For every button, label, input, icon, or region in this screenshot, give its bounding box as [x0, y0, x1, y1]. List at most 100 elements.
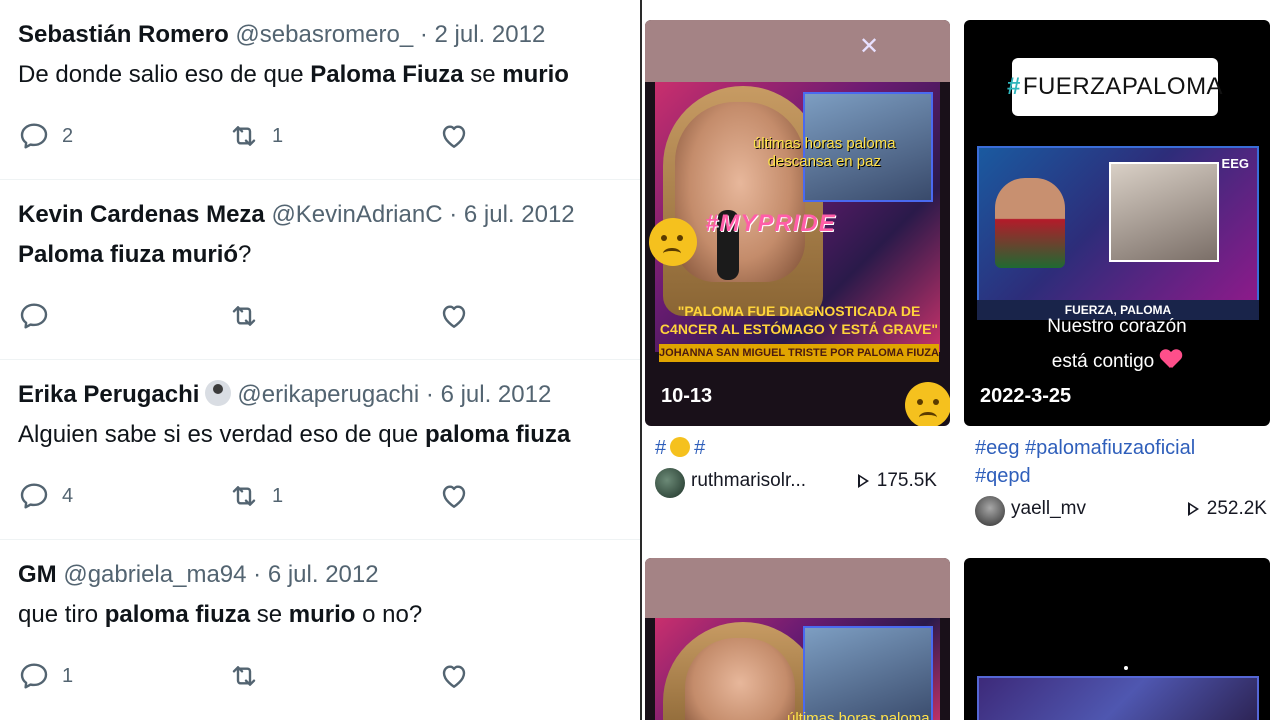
video-card[interactable] [964, 558, 1270, 720]
tweet-date[interactable]: 6 jul. 2012 [441, 381, 552, 408]
retweet-icon [232, 126, 256, 146]
tweet-actions [18, 296, 638, 336]
retweet-icon [232, 486, 256, 506]
tweet[interactable]: Sebastián Romero @sebasromero_ · 2 jul. … [0, 0, 640, 180]
inset-image [803, 626, 933, 720]
sparkle-icon: ✕ [859, 33, 880, 60]
view-count: 252.2K [1187, 498, 1267, 520]
overlay-caption: últimas horas paloma descansa en paz [753, 135, 896, 171]
reply-icon [20, 123, 48, 149]
heart-icon [442, 125, 466, 148]
video-card[interactable]: últimas horas paloma [645, 558, 950, 720]
author-row: yaell_mv 252.2K [975, 496, 1275, 530]
username[interactable]: yaell_mv [1011, 498, 1086, 520]
tweet-date[interactable]: 6 jul. 2012 [268, 561, 379, 588]
hash-symbol: # [1006, 73, 1021, 100]
reply-button[interactable] [18, 296, 62, 336]
author-name[interactable]: Sebastián Romero [18, 21, 229, 48]
separator-dot: · [449, 201, 458, 228]
tweet-text-bold: paloma fiuza [104, 601, 251, 628]
video-grid: ✕ últimas horas paloma descansa en paz #… [642, 0, 1280, 720]
author-handle[interactable]: @KevinAdrianC [271, 201, 442, 228]
tweet-text-segment: ? [238, 241, 252, 268]
reply-icon [20, 663, 48, 689]
tweet[interactable]: GM @gabriela_ma94 · 6 jul. 2012 que tiro… [0, 540, 640, 720]
tweet[interactable]: Kevin Cardenas Meza @KevinAdrianC · 6 ju… [0, 180, 640, 360]
retweet-button[interactable] [228, 656, 272, 696]
reply-count: 2 [62, 124, 74, 147]
tweet-text-bold: Paloma fiuza murió [18, 241, 239, 268]
person-figure [995, 178, 1065, 268]
pensive-emoji-icon [670, 437, 691, 457]
tweet-text-bold: paloma fiuza [424, 421, 571, 448]
author-name[interactable]: GM [18, 561, 57, 588]
video-meta: # # ruthmarisolr... 175.5K [655, 434, 945, 502]
tweet-date[interactable]: 6 jul. 2012 [464, 201, 575, 228]
video-hashtags: # # [655, 434, 945, 462]
tweet-text-bold: murio [288, 601, 356, 628]
tweet-actions: 1 [18, 656, 638, 696]
reply-count: 4 [62, 484, 74, 507]
author-name[interactable]: Erika Perugachi [18, 381, 199, 408]
like-button[interactable] [438, 116, 482, 156]
overlay-line: descansa en paz [767, 153, 881, 170]
author-name[interactable]: Kevin Cardenas Meza [18, 201, 265, 228]
heart-icon [442, 485, 466, 508]
play-icon [857, 474, 869, 488]
like-button[interactable] [438, 656, 482, 696]
video-card[interactable]: ✕ últimas horas paloma descansa en paz #… [645, 20, 950, 426]
tweet-text-segment: que tiro [18, 601, 105, 628]
avatar[interactable] [655, 468, 685, 498]
like-button[interactable] [438, 476, 482, 516]
caption-line-row: está contigo [964, 350, 1270, 373]
tweet-text-bold: Paloma Fiuza [310, 61, 464, 88]
author-handle[interactable]: @erikaperugachi [237, 381, 419, 408]
author-handle[interactable]: @sebasromero_ [235, 21, 413, 48]
retweet-icon [232, 306, 256, 326]
overlay-line: últimas horas paloma [753, 135, 896, 152]
tweet-text-bold: murio [502, 61, 569, 88]
headline-quote: "PALOMA FUE DIAGNOSTICADA DE C4NCER AL E… [659, 303, 939, 337]
retweet-count: 1 [272, 484, 284, 507]
hashtag-link[interactable]: # [694, 437, 705, 459]
retweet-button[interactable]: 1 [228, 476, 283, 516]
person-face [685, 638, 795, 720]
video-card[interactable]: # FUERZAPALOMA EEG FUERZA, PALOMA Nuestro… [964, 20, 1270, 426]
caption-line: Nuestro corazón [1047, 316, 1187, 337]
view-count: 175.5K [857, 470, 937, 492]
sad-face-icon [905, 382, 950, 426]
retweet-button[interactable] [228, 296, 272, 336]
video-thumbnail [977, 676, 1259, 720]
reply-button[interactable]: 1 [18, 656, 73, 696]
tweet-list: Sebastián Romero @sebasromero_ · 2 jul. … [0, 0, 640, 720]
video-date: 10-13 [661, 385, 713, 407]
heart-icon [442, 665, 466, 688]
tweet-text-segment: Alguien sabe si es verdad eso de que [18, 421, 425, 448]
reply-button[interactable]: 2 [18, 116, 73, 156]
video-meta: #eeg #palomafiuzaoficial #qepd yaell_mv … [975, 434, 1275, 530]
reply-icon [20, 303, 48, 329]
reply-button[interactable]: 4 [18, 476, 73, 516]
author-handle[interactable]: @gabriela_ma94 [63, 561, 246, 588]
view-count-value: 175.5K [876, 470, 937, 491]
retweet-button[interactable]: 1 [228, 116, 283, 156]
tweet-text: Alguien sabe si es verdad eso de que pal… [18, 418, 570, 452]
like-button[interactable] [438, 296, 482, 336]
username[interactable]: ruthmarisolr... [691, 470, 806, 492]
tweet[interactable]: Erika Perugachi @erikaperugachi · 6 jul. … [0, 360, 640, 540]
hashtag-link[interactable]: #qepd [975, 462, 1275, 490]
tweet-text-segment: se [463, 61, 503, 88]
tweet-date[interactable]: 2 jul. 2012 [435, 21, 546, 48]
play-icon [1187, 502, 1199, 516]
hashtag-link[interactable]: # [655, 437, 666, 459]
video-thumbnail: últimas horas paloma [655, 618, 940, 720]
reply-count: 1 [62, 664, 74, 687]
tweet-header: Sebastián Romero @sebasromero_ · 2 jul. … [18, 18, 545, 52]
avatar[interactable] [975, 496, 1005, 526]
tweet-text-segment: se [250, 601, 289, 628]
tweet-text: De donde salio eso de que Paloma Fiuza s… [18, 58, 569, 92]
tweet-header: Erika Perugachi @erikaperugachi · 6 jul. … [18, 378, 551, 412]
separator-dot: · [419, 21, 428, 48]
tweet-header: Kevin Cardenas Meza @KevinAdrianC · 6 ju… [18, 198, 575, 232]
hashtag-link[interactable]: #eeg #palomafiuzaoficial [975, 434, 1275, 462]
